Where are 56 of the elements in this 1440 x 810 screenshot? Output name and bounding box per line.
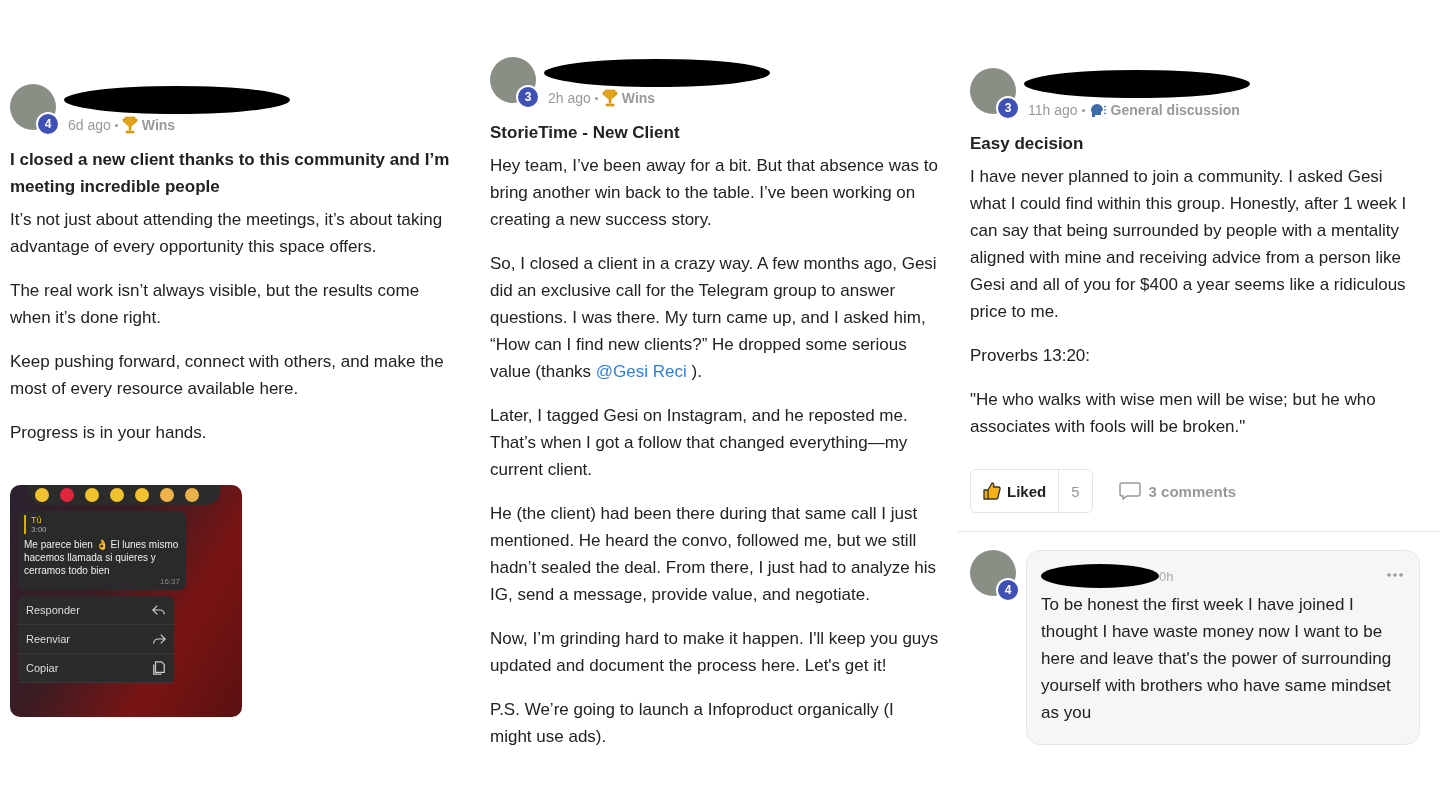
- post-time: 11h ago: [1028, 102, 1078, 118]
- message-time: 16:37: [158, 577, 180, 586]
- menu-item-label: Responder: [26, 604, 80, 616]
- comment-text: To be honest the first week I have joined I thought I have waste money now I want to be here and leave that's the power of surrounding yourself with brothers who have same mindset as you: [1041, 594, 1393, 724]
- message-text: Me parece bien 👌 El lunes mismo hacemos llamada si quieres y cerramos todo bien: [24, 538, 180, 577]
- reaction-emoji-icon: [84, 487, 100, 503]
- post-paragraph: So, I closed a client in a crazy way. A few months ago, Gesi did an exclusive call for the Telegram group to answer questions. I was there. My turn came up, and I asked him, “How can I find new clients?” He dropped some serious value (thanks @Gesi Reci ).: [490, 253, 938, 383]
- post-paragraph: Later, I tagged Gesi on Instagram, and he reposted me. That’s when I got a follow that changed everything—my current client.: [490, 405, 909, 481]
- post-paragraph: Hey team, I’ve been away for a bit. But that absence was to bring another win back to the table. I’ve been working on creating a new success story.: [490, 155, 939, 231]
- comment-time: 0h: [1159, 568, 1174, 584]
- speaking-head-icon: [1088, 102, 1107, 118]
- post-title: I closed a new client thanks to this community and I’m meeting incredible people: [10, 149, 451, 198]
- post-paragraph: Proverbs 13:20:: [970, 345, 1091, 367]
- post-paragraph: The real work isn’t always visible, but the results come when it’s done right.: [10, 280, 421, 329]
- post-paragraph: He (the client) had been there during that same call I just mentioned. He heard the convo, followed me, but we still hadn’t sealed the deal. From there, I just had to analyze his IG, send a message, provide value, and negotiate.: [490, 503, 938, 606]
- post-paragraph: Now, I’m grinding hard to make it happen. I'll keep you guys updated and document the process here. Let's get it!: [490, 628, 940, 677]
- comment-icon: [1118, 481, 1141, 501]
- menu-item-label: Copiar: [26, 662, 59, 674]
- level-badge: 4: [996, 578, 1020, 602]
- menu-item[interactable]: Responder: [18, 596, 174, 625]
- reaction-emoji-icon: [184, 487, 200, 503]
- post-title: Easy decision: [970, 133, 1085, 155]
- reply-icon: [152, 603, 166, 617]
- menu-item[interactable]: Reenviar: [18, 625, 174, 654]
- forward-icon: [152, 632, 166, 646]
- trophy-icon: [601, 89, 618, 107]
- sender-name: Tú: [31, 515, 43, 525]
- like-button[interactable]: Liked: [971, 470, 1060, 512]
- reaction-emoji-icon: [109, 487, 125, 503]
- like-count: 5: [1070, 481, 1081, 502]
- menu-item-label: Reenviar: [26, 633, 71, 645]
- more-options-icon[interactable]: [1387, 573, 1403, 577]
- post-paragraph: P.S. We’re going to launch a Infoproduct organically (I might use ads).: [490, 699, 895, 748]
- level-badge: 4: [36, 112, 60, 136]
- separator-dot-icon: [1081, 108, 1085, 112]
- mention-link[interactable]: @Gesi Reci: [595, 362, 687, 381]
- trophy-icon: [121, 116, 138, 134]
- reaction-emoji-icon: [59, 487, 75, 503]
- menu-item[interactable]: Copiar: [18, 654, 174, 683]
- level-badge: 3: [516, 85, 540, 109]
- post-time: 2h ago: [548, 90, 591, 106]
- post-paragraph: Keep pushing forward, connect with others, and make the most of every resource available here.: [10, 351, 445, 400]
- voice-duration: 3:00: [31, 525, 48, 534]
- post-paragraph: "He who walks with wise men will be wise; but he who associates with fools will be broken.": [970, 389, 1377, 438]
- copy-icon: [152, 661, 166, 675]
- post-paragraph: I have never planned to join a community. I asked Gesi what I could find within this group. Honestly, after 1 week I can say that being surrounded by people with a mentality aligned with mine and receiving advice from a person like Gesi and all of you for $400 a year seems like a ridiculous price to me.: [970, 166, 1408, 323]
- reaction-emoji-icon: [159, 487, 175, 503]
- level-badge: 3: [996, 96, 1020, 120]
- separator-dot-icon: [594, 96, 598, 100]
- post-time: 6d ago: [68, 117, 111, 133]
- post-paragraph: It’s not just about attending the meetings, it’s about taking advantage of every opportunity this space offers.: [10, 209, 444, 258]
- reaction-emoji-icon: [34, 487, 50, 503]
- post-paragraph: Progress is in your hands.: [10, 422, 208, 444]
- separator-dot-icon: [114, 123, 118, 127]
- reaction-emoji-icon: [134, 487, 150, 503]
- post-title: StorieTime - New Client: [490, 122, 681, 144]
